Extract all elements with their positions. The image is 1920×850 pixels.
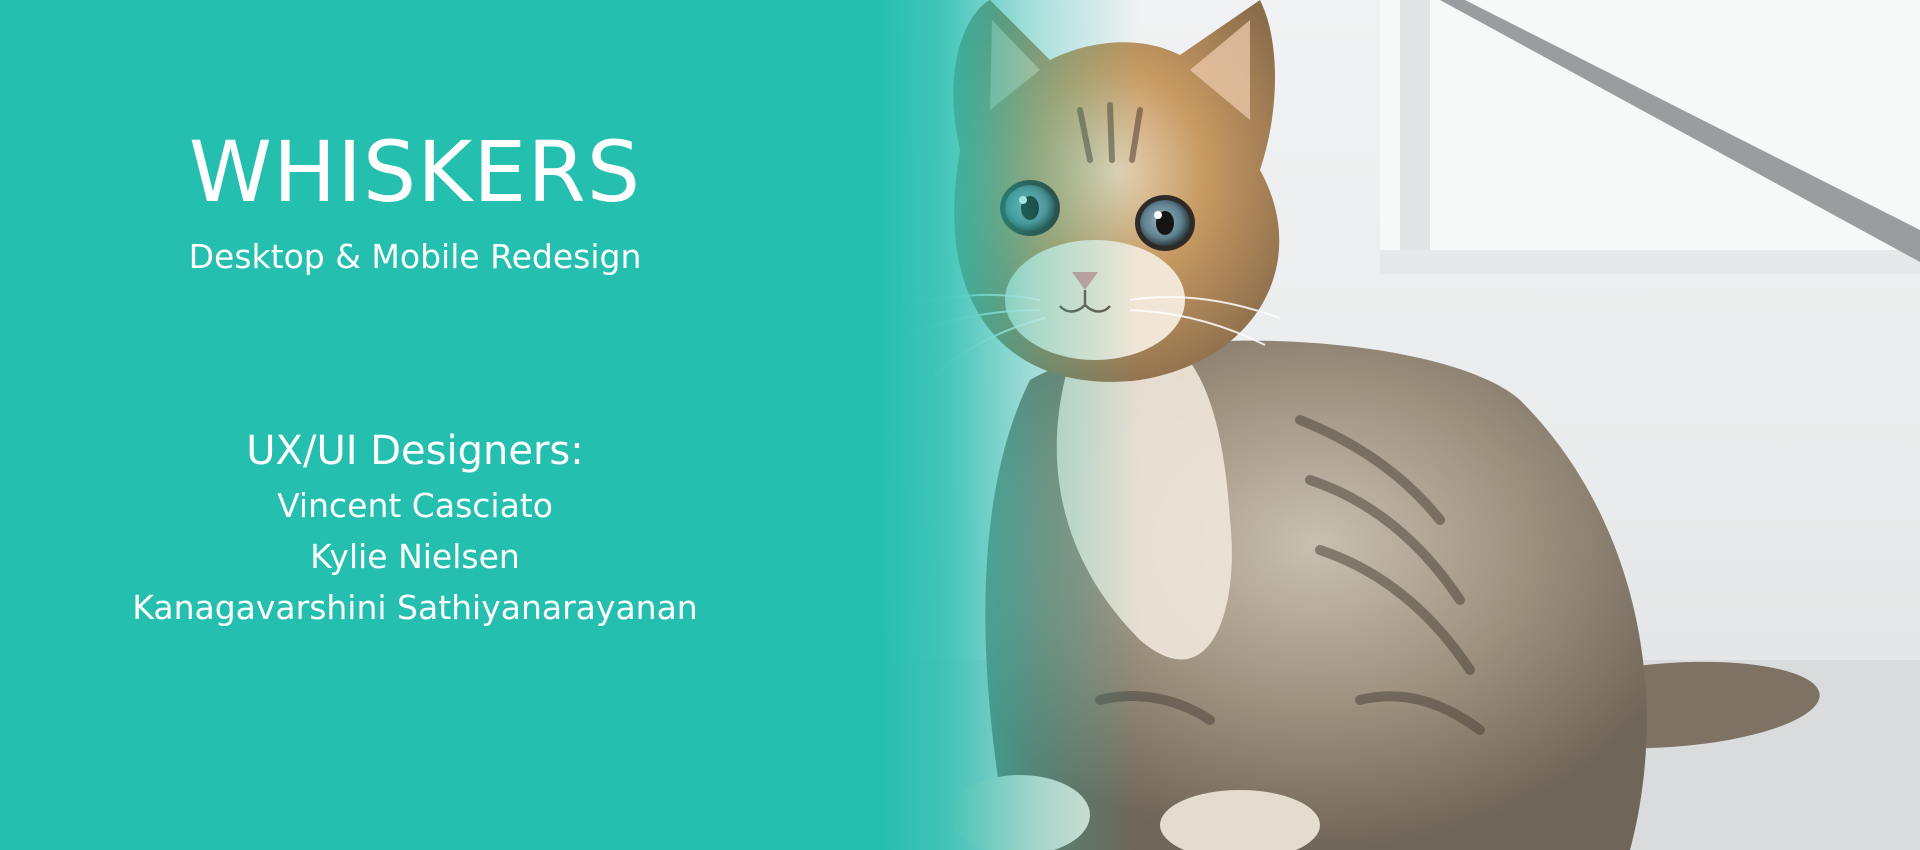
designer-name: Kanagavarshini Sathiyanarayanan <box>132 588 698 627</box>
designer-name: Kylie Nielsen <box>310 537 520 576</box>
kitten-photo <box>880 0 1920 850</box>
designers-heading: UX/UI Designers: <box>246 428 584 474</box>
designer-list: Vincent Casciato Kylie Nielsen Kanagavar… <box>0 480 830 633</box>
slide-title: WHISKERS <box>188 123 642 221</box>
kitten-illustration <box>880 0 1920 850</box>
slide-subtitle: Desktop & Mobile Redesign <box>188 237 642 276</box>
title-slide: WHISKERS Desktop & Mobile Redesign UX/UI… <box>0 0 1920 850</box>
designer-name: Vincent Casciato <box>277 486 553 525</box>
slide-text: WHISKERS Desktop & Mobile Redesign UX/UI… <box>0 0 830 850</box>
